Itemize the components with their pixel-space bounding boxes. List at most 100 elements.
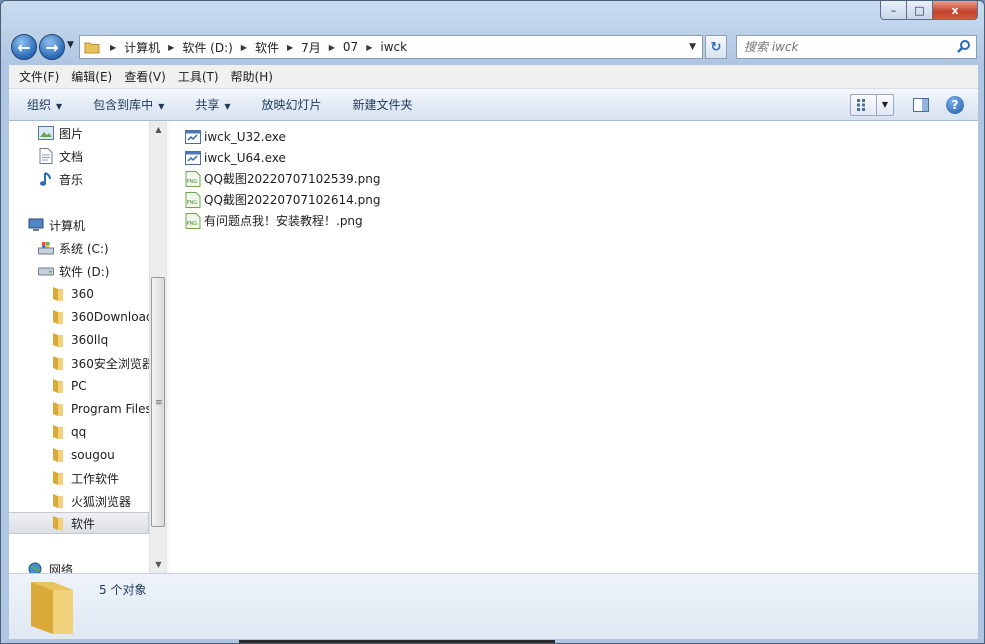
navigation-pane: 图片 文档 音乐 计算机 系统 (C:) 软件 (D:) 360 360Down…: [9, 121, 166, 573]
nav-item-music[interactable]: 音乐: [37, 168, 83, 190]
menu-file[interactable]: 文件(F): [13, 68, 65, 85]
nav-item-label: 网络: [49, 562, 74, 574]
share-button[interactable]: 共享 ▼: [178, 96, 244, 113]
nav-folder-program-files[interactable]: Program Files: [49, 398, 152, 420]
folder-icon: [49, 331, 67, 349]
nav-folder-360[interactable]: 360: [49, 283, 94, 305]
nav-folder-360-browser[interactable]: 360安全浏览器: [49, 352, 154, 374]
nav-folder-pc[interactable]: PC: [49, 375, 87, 397]
preview-pane-button[interactable]: [910, 94, 932, 116]
file-item-iwck-u64[interactable]: iwck_U64.exe: [184, 147, 380, 168]
address-bar[interactable]: ▶ 计算机 ▶ 软件 (D:) ▶ 软件 ▶ 7月 ▶ 07 ▶ iwck ▼: [79, 35, 703, 59]
maximize-button[interactable]: □: [907, 1, 933, 20]
scrollbar-thumb[interactable]: ≡: [151, 277, 165, 527]
nav-item-label: 360安全浏览器: [71, 356, 154, 371]
png-icon: PNG: [184, 170, 202, 187]
music-icon: [37, 170, 55, 188]
recent-pages-button[interactable]: ▼: [67, 40, 74, 50]
preview-pane-icon: [913, 97, 929, 112]
chevron-down-icon: ▼: [158, 102, 165, 111]
breadcrumb-07[interactable]: 07: [343, 40, 358, 54]
breadcrumb-computer[interactable]: 计算机: [124, 39, 160, 56]
file-name: QQ截图20220707102539.png: [204, 172, 381, 186]
png-icon: PNG: [184, 212, 202, 229]
nav-item-label: sougou: [71, 448, 115, 462]
file-item-iwck-u32[interactable]: iwck_U32.exe: [184, 126, 380, 147]
nav-folder-360download[interactable]: 360Download: [49, 306, 154, 328]
refresh-button[interactable]: ↻: [705, 35, 727, 59]
nav-item-label: 图片: [59, 126, 84, 141]
search-icon[interactable]: [957, 39, 971, 56]
menu-bar: 文件(F) 编辑(E) 查看(V) 工具(T) 帮助(H): [9, 65, 978, 89]
nav-item-label: Program Files: [71, 402, 152, 416]
folder-icon: [49, 514, 67, 532]
breadcrumb-separator-icon[interactable]: ▶: [110, 43, 116, 52]
file-name: 有问题点我！安装教程！.png: [204, 214, 363, 228]
nav-item-documents[interactable]: 文档: [37, 145, 83, 167]
nav-item-computer[interactable]: 计算机: [27, 214, 85, 236]
address-dropdown-icon[interactable]: ▼: [689, 42, 696, 52]
nav-folder-qq[interactable]: qq: [49, 421, 86, 443]
nav-folder-sougou[interactable]: sougou: [49, 444, 115, 466]
change-view-button[interactable]: ▼: [850, 93, 894, 116]
breadcrumb-separator-icon[interactable]: ▶: [241, 43, 247, 52]
view-options-dropdown-icon[interactable]: ▼: [877, 100, 893, 109]
breadcrumb-separator-icon[interactable]: ▶: [329, 43, 335, 52]
exe-icon: [184, 150, 202, 166]
file-item-qq-screenshot-1[interactable]: PNG QQ截图20220707102539.png: [184, 168, 380, 189]
pictures-icon: [37, 124, 55, 142]
svg-text:PNG: PNG: [187, 221, 198, 227]
search-input[interactable]: [737, 40, 947, 54]
explorer-window: – □ x ← → ▼ ▶ 计算机 ▶ 软件 (D:) ▶ 软件 ▶ 7月 ▶ …: [0, 0, 985, 644]
close-button[interactable]: x: [933, 1, 978, 20]
nav-item-label: 系统 (C:): [59, 241, 109, 256]
breadcrumb-separator-icon[interactable]: ▶: [287, 43, 293, 52]
nav-folder-software-selected[interactable]: 软件: [9, 512, 149, 534]
computer-icon: [27, 216, 45, 234]
breadcrumb-separator-icon[interactable]: ▶: [366, 43, 372, 52]
nav-item-pictures[interactable]: 图片: [37, 122, 83, 144]
nav-item-network[interactable]: 网络: [27, 558, 73, 573]
nav-item-label: 360: [71, 287, 94, 301]
menu-help[interactable]: 帮助(H): [225, 68, 279, 85]
nav-folder-firefox[interactable]: 火狐浏览器: [49, 490, 131, 512]
network-icon: [27, 560, 45, 573]
forward-button[interactable]: →: [39, 34, 65, 60]
scroll-up-icon[interactable]: ▲: [150, 121, 166, 138]
include-in-library-button[interactable]: 包含到库中 ▼: [76, 96, 178, 113]
slideshow-button[interactable]: 放映幻灯片: [245, 96, 336, 113]
window-controls: – □ x: [880, 1, 978, 20]
file-item-qq-screenshot-2[interactable]: PNG QQ截图20220707102614.png: [184, 189, 380, 210]
nav-folder-360llq[interactable]: 360llq: [49, 329, 108, 351]
png-icon: PNG: [184, 191, 202, 208]
nav-item-drive-d[interactable]: 软件 (D:): [37, 260, 109, 282]
breadcrumb-july[interactable]: 7月: [301, 39, 321, 56]
menu-view[interactable]: 查看(V): [118, 68, 172, 85]
minimize-button[interactable]: –: [880, 1, 907, 20]
file-item-install-guide[interactable]: PNG 有问题点我！安装教程！.png: [184, 210, 380, 231]
forward-arrow-icon: →: [45, 37, 59, 57]
menu-edit[interactable]: 编辑(E): [65, 68, 118, 85]
chevron-down-icon: ▼: [224, 102, 231, 111]
folder-icon: [49, 308, 67, 326]
nav-item-label: 计算机: [49, 218, 86, 233]
command-bar-right: ▼ ?: [850, 89, 978, 120]
scroll-down-icon[interactable]: ▼: [150, 556, 166, 573]
help-button[interactable]: ?: [946, 95, 964, 114]
view-list-icon[interactable]: [851, 94, 877, 115]
breadcrumb-drive-d[interactable]: 软件 (D:): [182, 39, 232, 56]
exe-icon: [184, 129, 202, 145]
breadcrumb-software[interactable]: 软件: [255, 39, 279, 56]
pane-splitter[interactable]: [166, 121, 169, 573]
breadcrumb-iwck[interactable]: iwck: [380, 40, 407, 54]
breadcrumb-separator-icon[interactable]: ▶: [168, 43, 174, 52]
organize-button[interactable]: 组织 ▼: [9, 96, 76, 113]
new-folder-button[interactable]: 新建文件夹: [336, 96, 427, 113]
menu-tools[interactable]: 工具(T): [172, 68, 225, 85]
nav-item-label: PC: [71, 379, 87, 393]
back-button[interactable]: ←: [11, 34, 37, 60]
nav-item-drive-c[interactable]: 系统 (C:): [37, 237, 109, 259]
nav-pane-scrollbar[interactable]: ▲ ≡ ▼: [149, 121, 166, 573]
include-in-library-label: 包含到库中: [93, 98, 154, 112]
nav-folder-work-software[interactable]: 工作软件: [49, 467, 119, 489]
